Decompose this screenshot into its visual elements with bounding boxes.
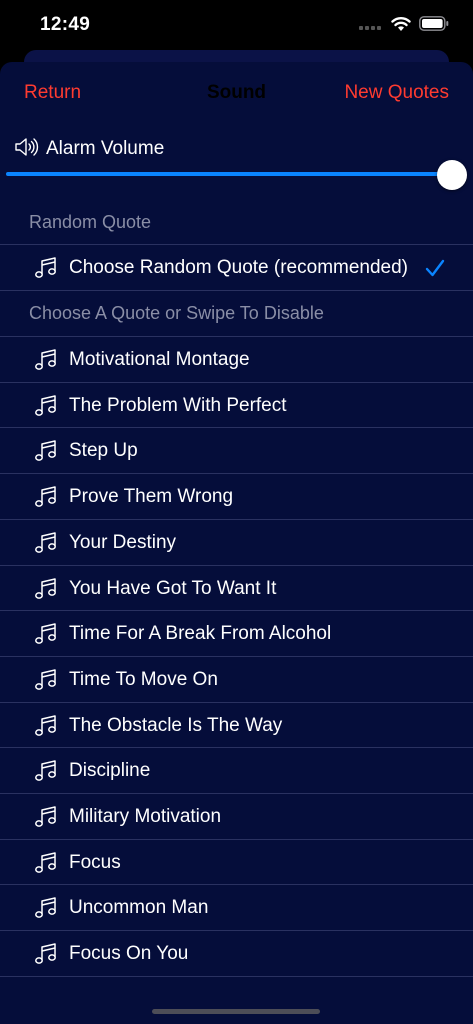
quote-label: Focus [69,851,121,873]
quote-label: Step Up [69,440,138,462]
random-quote-header: Random Quote [29,212,152,232]
alarm-volume-slider[interactable] [6,160,467,190]
quote-label: Motivational Montage [69,349,250,370]
quote-row[interactable]: Prove Them Wrong [0,473,473,519]
quote-row[interactable]: The Problem With Perfect [0,381,473,428]
music-note-icon [34,256,58,280]
quote-row[interactable]: Discipline [0,747,473,793]
quote-row[interactable]: Your Destiny [0,518,473,565]
quote-row[interactable]: Time For A Break From Alcohol [0,610,473,656]
return-button[interactable]: Return [24,82,81,104]
signal-icon [359,17,383,35]
status-icons [359,16,449,36]
music-note-icon [34,531,58,555]
music-note-icon [34,805,58,829]
music-note-icon [34,439,58,463]
quote-label: Uncommon Man [69,897,209,919]
status-bar: 12:49 [0,0,473,50]
quote-label: Time For A Break From Alcohol [69,623,332,645]
quote-label: You Have Got To Want It [69,577,277,599]
quote-row[interactable]: Time To Move On [0,655,473,702]
music-note-icon [34,759,58,783]
quote-row[interactable]: Motivational Montage [0,336,473,382]
wifi-icon [391,16,411,37]
quote-label: The Obstacle Is The Way [69,714,283,736]
music-note-icon [34,896,58,920]
music-note-icon [34,942,58,966]
alarm-volume-row: Alarm Volume [14,136,164,162]
quote-row[interactable]: You Have Got To Want It [0,564,473,611]
list-divider [0,975,473,977]
quotes-header-row: Choose A Quote or Swipe To Disable [0,290,473,336]
alarm-volume-label: Alarm Volume [46,138,165,159]
sound-sheet: Return Sound New Quotes Alarm Volume Ran… [0,62,473,1024]
music-note-icon [34,622,58,646]
quote-row[interactable]: Step Up [0,427,473,473]
quote-label: Time To Move On [69,668,218,690]
home-indicator[interactable] [152,1009,320,1014]
music-note-icon [34,851,58,875]
new-quotes-button[interactable]: New Quotes [344,82,449,104]
quote-row[interactable]: Focus On You [0,930,473,976]
music-note-icon [34,577,58,601]
status-time: 12:49 [40,14,91,35]
random-quote-label: Choose Random Quote (recommended) [69,257,409,278]
quote-label: Prove Them Wrong [69,486,234,508]
choose-quote-header: Choose A Quote or Swipe To Disable [29,303,324,323]
quote-row[interactable]: Focus [0,838,473,885]
random-quote-row[interactable]: Choose Random Quote (recommended) [0,244,473,290]
quote-row[interactable]: Uncommon Man [0,884,473,930]
music-note-icon [34,348,58,372]
slider-track [6,172,452,176]
music-note-icon [34,394,58,418]
quote-row[interactable]: The Obstacle Is The Way [0,701,473,748]
slider-thumb[interactable] [437,160,467,190]
quote-label: Discipline [69,760,151,782]
quote-label: Your Destiny [69,531,177,553]
quote-label: Military Motivation [69,806,222,827]
music-note-icon [34,485,58,509]
quote-row[interactable]: Military Motivation [0,793,473,839]
speaker-icon [14,136,40,163]
quote-label: The Problem With Perfect [69,394,287,416]
music-note-icon [34,714,58,738]
nav-bar: Return Sound New Quotes [0,62,473,126]
quote-label: Focus On You [69,943,189,965]
battery-icon [419,16,449,36]
checkmark-icon [425,258,445,278]
music-note-icon [34,668,58,692]
